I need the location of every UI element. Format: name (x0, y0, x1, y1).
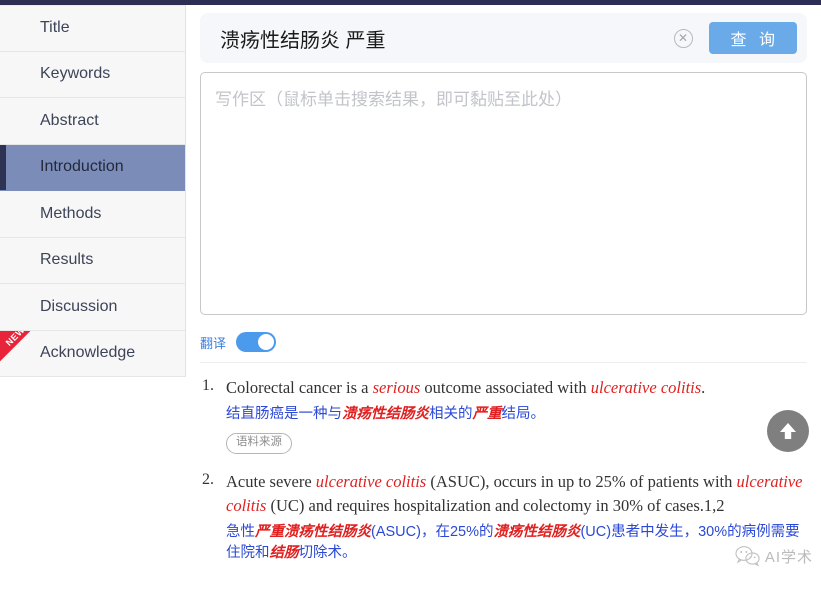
result-item[interactable]: 2. Acute severe ulcerative colitis (ASUC)… (202, 470, 807, 564)
sidebar-item-label: Introduction (40, 158, 124, 176)
result-item[interactable]: 1. Colorectal cancer is a serious outcome… (202, 376, 807, 455)
sidebar-item-label: Keywords (40, 65, 111, 83)
sidebar-item-label: Acknowledge (40, 344, 136, 362)
highlight-term: 严重溃疡性结肠炎 (255, 524, 371, 541)
sidebar-item-label: Discussion (40, 297, 118, 315)
result-number: 1. (202, 377, 214, 394)
highlight-term: 严重 (472, 406, 502, 423)
result-body: Colorectal cancer is a serious outcome a… (226, 376, 807, 455)
sidebar-item-label: Abstract (40, 111, 99, 129)
result-chinese-translation[interactable]: 结直肠癌是一种与溃疡性结肠炎相关的严重结局。 (226, 404, 807, 425)
result-number: 2. (202, 471, 214, 489)
sentence-fragment: Acute severe (226, 472, 316, 492)
main-content: ✕ 查 询 翻译 1. Colorectal cancer is a seriou… (186, 5, 821, 591)
sentence-fragment: outcome associated with (420, 378, 591, 397)
sentence-fragment: (UC) and requires hospitalization and co… (266, 495, 725, 515)
close-circle-icon[interactable]: ✕ (673, 28, 693, 48)
corpus-source-button[interactable]: 语料来源 (226, 433, 292, 455)
app-root: Title Keywords Abstract Introduction Methods… (0, 5, 821, 591)
scroll-to-top-button[interactable] (767, 410, 809, 452)
sentence-fragment: (ASUC)，在25%的 (371, 524, 494, 541)
new-ribbon-badge: NEW (0, 330, 43, 363)
highlight-term: 结肠 (269, 545, 299, 562)
highlight-term: ulcerative colitis (590, 378, 702, 397)
sidebar-item-label: Title (40, 19, 70, 37)
arrow-up-icon (780, 423, 796, 439)
sentence-fragment: 结局。 (501, 406, 546, 423)
sentence-fragment: 结直肠癌是一种与 (226, 406, 342, 423)
sentence-fragment: . (701, 378, 706, 397)
sentence-fragment: 相关的 (429, 406, 473, 423)
result-english-sentence[interactable]: Acute severe ulcerative colitis (ASUC), … (226, 470, 807, 517)
sidebar-item-keywords[interactable]: Keywords (0, 51, 185, 98)
sidebar-item-label: Results (40, 251, 94, 269)
sidebar-item-acknowledge[interactable]: NEW Acknowledge (0, 330, 185, 377)
highlight-term: serious (372, 378, 421, 397)
sentence-fragment: Colorectal cancer is a (226, 378, 373, 397)
sidebar-item-label: Methods (40, 204, 102, 222)
content-divider (200, 362, 807, 363)
result-english-sentence[interactable]: Colorectal cancer is a serious outcome a… (226, 376, 807, 399)
sidebar-item-abstract[interactable]: Abstract (0, 98, 185, 145)
highlight-term: ulcerative colitis (315, 472, 427, 492)
sentence-fragment: 切除术。 (298, 545, 357, 562)
sidebar-item-results[interactable]: Results (0, 237, 185, 284)
sentence-fragment: 急性 (226, 524, 255, 541)
result-chinese-translation[interactable]: 急性严重溃疡性结肠炎(ASUC)，在25%的溃疡性结肠炎(UC)患者中发生，30… (226, 522, 807, 564)
section-sidebar: Title Keywords Abstract Introduction Methods… (0, 5, 186, 377)
translate-toggle-label: 翻译 (200, 335, 227, 351)
sidebar-item-methods[interactable]: Methods (0, 191, 185, 238)
search-input[interactable] (218, 25, 674, 51)
sentence-fragment: (ASUC), occurs in up to 25% of patients … (426, 472, 737, 492)
translate-toggle-switch[interactable] (236, 332, 277, 352)
highlight-term: 溃疡性结肠炎 (342, 406, 429, 423)
writing-area-textarea[interactable] (200, 72, 807, 315)
sidebar-item-title[interactable]: Title (0, 5, 185, 52)
highlight-term: 溃疡性结肠炎 (493, 524, 581, 541)
toggle-knob (258, 334, 275, 350)
sidebar-item-discussion[interactable]: Discussion (0, 284, 185, 331)
search-results-list: 1. Colorectal cancer is a serious outcome… (200, 376, 807, 564)
translate-toggle-row: 翻译 (200, 332, 807, 352)
query-button[interactable]: 查 询 (708, 22, 797, 54)
search-bar: ✕ 查 询 (200, 13, 807, 63)
result-body: Acute severe ulcerative colitis (ASUC), … (226, 470, 807, 564)
sidebar-item-introduction[interactable]: Introduction (0, 144, 185, 191)
